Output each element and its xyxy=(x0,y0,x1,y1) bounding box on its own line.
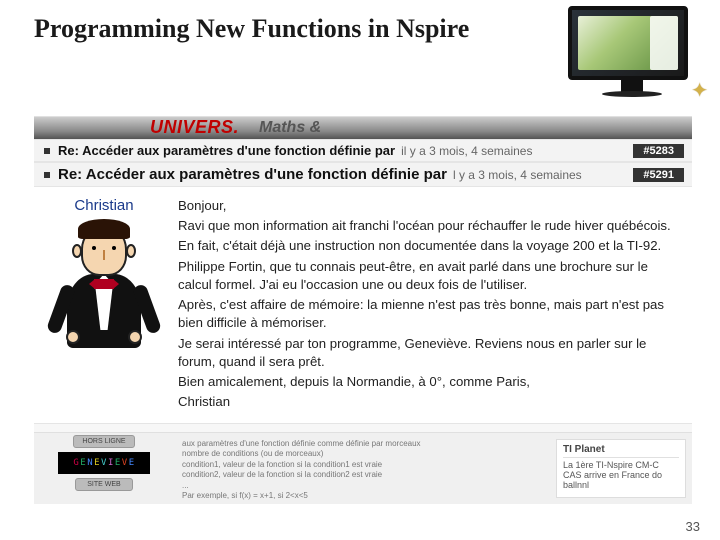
post-line: Ravi que mon information ait franchi l'o… xyxy=(178,217,680,235)
post-line: Christian xyxy=(178,393,680,411)
site-header-strip xyxy=(34,117,692,141)
post-line: Je serai intéressé par ton programme, Ge… xyxy=(178,335,680,371)
thread-id-badge[interactable]: #5283 xyxy=(633,144,684,158)
snippet-line: Par exemple, si f(x) = x+1, si 2<x<5 xyxy=(182,491,542,501)
post-line: Bonjour, xyxy=(178,197,680,215)
page-number: 33 xyxy=(686,519,700,534)
avatar xyxy=(52,222,156,350)
tiplanet-card[interactable]: TI Planet La 1ère TI-Nspire CM-C CAS arr… xyxy=(556,439,686,498)
siteweb-pill[interactable]: SITE WEB xyxy=(75,478,133,491)
thread-title: Re: Accéder aux paramètres d'une fonctio… xyxy=(58,143,395,158)
genevieve-avatar: GENEVIEVE xyxy=(58,452,150,474)
below-snippet: aux paramètres d'une fonction définie co… xyxy=(174,433,550,504)
tiplanet-text: La 1ère TI-Nspire CM-C CAS arrive en Fra… xyxy=(563,460,679,490)
post-username[interactable]: Christian xyxy=(40,197,168,214)
site-brand-maths: Maths & xyxy=(259,119,321,137)
cursor-star-icon: ✦ xyxy=(691,78,708,103)
post-line: Philippe Fortin, que tu connais peut-êtr… xyxy=(178,258,680,294)
post-line: En fait, c'était déjà une instruction no… xyxy=(178,237,680,255)
tiplanet-header: TI Planet xyxy=(563,444,679,458)
bullet-icon xyxy=(44,172,50,178)
post-content: Bonjour, Ravi que mon information ait fr… xyxy=(174,187,692,423)
bullet-icon xyxy=(44,148,50,154)
thread-time: il y a 3 mois, 4 semaines xyxy=(401,144,532,158)
snippet-line: condition1, valeur de la fonction si la … xyxy=(182,460,542,470)
snippet-line: nombre de conditions (ou de morceaux) xyxy=(182,449,542,459)
forum-post: Christian Bonjour, Ravi que mon informat… xyxy=(34,187,692,424)
forum-screenshot: UNIVERS. Maths & Re: Accéder aux paramèt… xyxy=(34,116,692,504)
snippet-line: aux paramètres d'une fonction définie co… xyxy=(182,439,542,449)
thread-id-badge[interactable]: #5291 xyxy=(633,168,684,182)
site-brand-univers: UNIVERS. xyxy=(150,117,239,138)
post-line: Bien amicalement, depuis la Normandie, à… xyxy=(178,373,680,391)
monitor-illustration xyxy=(568,6,696,96)
sidebar-widget: TI Planet La 1ère TI-Nspire CM-C CAS arr… xyxy=(550,433,692,504)
post-line: Après, c'est affaire de mémoire: la mien… xyxy=(178,296,680,332)
thread-header-2[interactable]: Re: Accéder aux paramètres d'une fonctio… xyxy=(34,162,692,187)
snippet-line: condition2, valeur de la fonction si la … xyxy=(182,470,542,480)
thread-header-1[interactable]: Re: Accéder aux paramètres d'une fonctio… xyxy=(34,139,692,162)
status-pill: HORS LIGNE xyxy=(73,435,134,448)
below-user-panel: HORS LIGNE GENEVIEVE SITE WEB xyxy=(34,433,174,504)
thread-time: l y a 3 mois, 4 semaines xyxy=(453,168,582,182)
thread-title: Re: Accéder aux paramètres d'une fonctio… xyxy=(58,166,447,183)
post-user-panel: Christian xyxy=(34,187,174,423)
snippet-line: ... xyxy=(182,481,542,491)
below-strip: HORS LIGNE GENEVIEVE SITE WEB aux paramè… xyxy=(34,432,692,504)
